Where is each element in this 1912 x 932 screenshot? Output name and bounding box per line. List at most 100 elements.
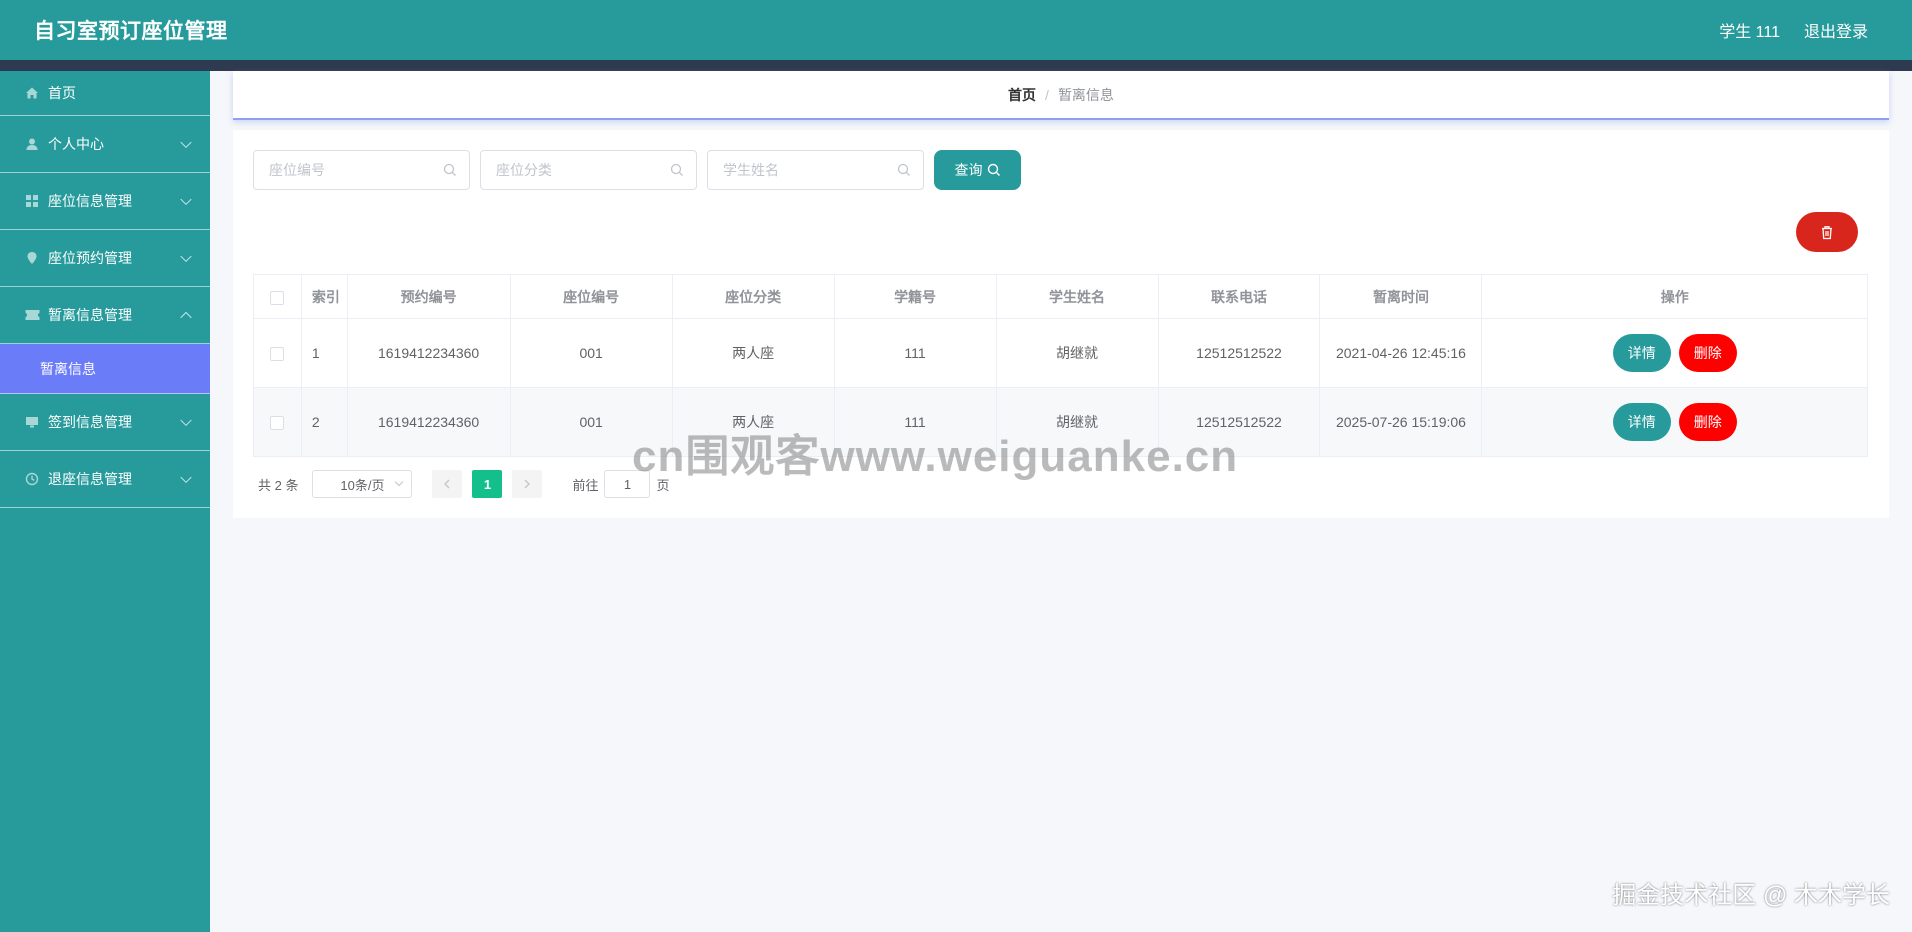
cell-actions: 详情 删除 — [1481, 318, 1868, 388]
next-page-button[interactable] — [512, 470, 543, 498]
chevron-right-icon — [525, 479, 531, 489]
top-header: 自习室预订座位管理 学生 111 退出登录 — [0, 0, 1912, 60]
chevron-down-icon — [180, 414, 192, 427]
breadcrumb-home[interactable]: 首页 — [1008, 85, 1036, 105]
home-icon — [24, 85, 40, 101]
pagination-total: 共 2 条 — [258, 477, 299, 493]
trash-icon — [1822, 225, 1832, 239]
breadcrumb-separator: / — [1045, 86, 1049, 103]
logout-link[interactable]: 退出登录 — [1804, 18, 1868, 42]
search-icon — [443, 163, 459, 179]
detail-button[interactable]: 详情 — [1612, 334, 1671, 372]
prev-page-button[interactable] — [432, 470, 463, 498]
cell-leave-time: 2021-04-26 12:45:16 — [1319, 318, 1483, 388]
search-icon — [987, 163, 1000, 176]
header-divider-strip — [0, 60, 1912, 71]
app-title: 自习室预订座位管理 — [34, 20, 228, 43]
cell-student-id: 111 — [834, 318, 997, 388]
page-size-select[interactable]: 10条/页 — [312, 470, 413, 498]
page-size-value: 10条/页 — [340, 477, 385, 493]
sidebar-item-seat-booking[interactable]: 座位预约管理 — [0, 230, 210, 287]
breadcrumb-current: 暂离信息 — [1057, 86, 1114, 103]
cell-index: 1 — [301, 318, 348, 388]
seat-no-search-field — [253, 150, 470, 190]
pagination: 共 2 条 10条/页 1 前往 页 — [258, 470, 670, 498]
delete-button[interactable]: 删除 — [1678, 403, 1737, 441]
goto-prefix: 前往 — [572, 477, 599, 493]
chevron-down-icon — [180, 193, 192, 206]
clock-icon — [24, 471, 40, 487]
student-name-search-field — [707, 150, 924, 190]
table-header-row: 索引 预约编号 座位编号 座位分类 学籍号 学生姓名 联系电话 暂离时间 操作 — [253, 274, 1868, 319]
corner-watermark: 掘金技术社区 @ 木木学长 — [1612, 882, 1890, 909]
cell-phone: 12512512522 — [1158, 318, 1321, 388]
sidebar-subitem-label: 暂离信息 — [40, 360, 96, 377]
center-watermark: cn围观客www.weiguanke.cn — [632, 432, 1239, 481]
student-name-input[interactable] — [708, 151, 923, 189]
cell-student-name: 胡继就 — [996, 318, 1159, 388]
cell-seat-type: 两人座 — [672, 318, 835, 388]
column-header: 学籍号 — [834, 274, 997, 319]
sidebar-item-home[interactable]: 首页 — [0, 71, 210, 116]
row-select-cell — [253, 387, 302, 457]
cell-booking-no: 1619412234360 — [347, 387, 511, 457]
chevron-left-icon — [444, 479, 450, 489]
cell-seat-no: 001 — [510, 318, 673, 388]
ticket-icon — [24, 307, 40, 323]
sidebar-item-label: 座位预约管理 — [48, 250, 132, 266]
row-checkbox[interactable] — [270, 416, 285, 431]
sidebar-item-label: 首页 — [48, 85, 76, 101]
sidebar-item-seat-info[interactable]: 座位信息管理 — [0, 173, 210, 230]
query-button[interactable]: 查询 — [934, 150, 1021, 190]
sidebar-item-label: 座位信息管理 — [48, 193, 132, 209]
monitor-icon — [24, 414, 40, 430]
sidebar-item-temp-leave[interactable]: 暂离信息管理 — [0, 287, 210, 344]
user-icon — [24, 136, 40, 152]
sidebar-item-personal-center[interactable]: 个人中心 — [0, 116, 210, 173]
column-header: 座位编号 — [510, 274, 673, 319]
chevron-down-icon — [180, 250, 192, 263]
column-header: 暂离时间 — [1319, 274, 1483, 319]
delete-button[interactable]: 删除 — [1678, 334, 1737, 372]
select-all-cell — [253, 274, 302, 319]
sidebar-item-label: 个人中心 — [48, 136, 104, 152]
cell-actions: 详情 删除 — [1481, 387, 1868, 457]
chevron-up-icon — [180, 311, 192, 324]
location-icon — [24, 250, 40, 266]
column-header: 联系电话 — [1158, 274, 1321, 319]
current-user-label: 学生 111 — [1719, 24, 1780, 41]
page-number-button[interactable]: 1 — [472, 470, 503, 498]
sidebar-item-label: 暂离信息管理 — [48, 307, 132, 323]
sidebar-subitem-temp-leave-info[interactable]: 暂离信息 — [0, 344, 210, 394]
sidebar-item-label: 退座信息管理 — [48, 471, 132, 487]
row-checkbox[interactable] — [270, 347, 285, 362]
column-header: 索引 — [301, 274, 348, 319]
sidebar-item-label: 签到信息管理 — [48, 414, 132, 430]
detail-button[interactable]: 详情 — [1612, 403, 1671, 441]
chevron-down-icon — [180, 136, 192, 149]
seat-type-input[interactable] — [481, 151, 696, 189]
cell-booking-no: 1619412234360 — [347, 318, 511, 388]
search-icon — [897, 163, 913, 179]
sidebar-item-checkin[interactable]: 签到信息管理 — [0, 394, 210, 451]
chevron-down-icon — [180, 471, 192, 484]
sidebar-item-seat-return[interactable]: 退座信息管理 — [0, 451, 210, 508]
search-bar: 查询 — [253, 150, 1021, 190]
cell-leave-time: 2025-07-26 15:19:06 — [1319, 387, 1483, 457]
row-select-cell — [253, 318, 302, 388]
column-header: 操作 — [1481, 274, 1868, 319]
column-header: 预约编号 — [347, 274, 511, 319]
sidebar: 首页 个人中心 座位信息管理 座位预约管理 暂离信息管理 暂离信息 签到信息管理… — [0, 71, 210, 932]
search-icon — [670, 163, 686, 179]
batch-delete-button[interactable] — [1796, 212, 1858, 252]
header-user-area: 学生 111 退出登录 — [1695, 18, 1868, 42]
query-button-label: 查询 — [954, 162, 983, 178]
seat-type-search-field — [480, 150, 697, 190]
breadcrumb: 首页 / 暂离信息 — [233, 71, 1889, 120]
select-all-checkbox[interactable] — [270, 290, 285, 305]
seat-no-input[interactable] — [254, 151, 469, 189]
grid-icon — [24, 193, 40, 209]
table-row: 1 1619412234360 001 两人座 111 胡继就 12512512… — [253, 318, 1868, 388]
column-header: 座位分类 — [672, 274, 835, 319]
cell-index: 2 — [301, 387, 348, 457]
